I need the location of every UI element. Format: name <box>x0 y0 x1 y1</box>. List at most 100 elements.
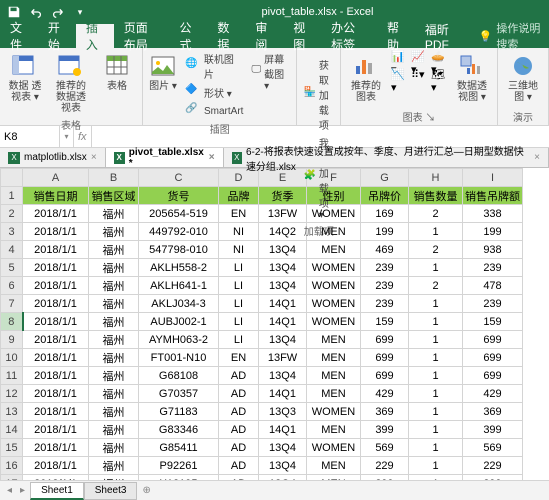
pictures-button[interactable]: 图片 ▾ <box>147 50 179 94</box>
cell[interactable]: 199 <box>361 223 409 241</box>
cell[interactable]: 福州 <box>89 331 139 349</box>
cell[interactable]: G70357 <box>139 385 219 403</box>
cell[interactable]: 1 <box>409 259 463 277</box>
cell[interactable]: 2018/1/1 <box>23 223 89 241</box>
cell[interactable]: 13Q4 <box>259 331 307 349</box>
cell[interactable]: G83346 <box>139 421 219 439</box>
cell[interactable]: 469 <box>361 241 409 259</box>
cell[interactable]: 福州 <box>89 295 139 313</box>
cell[interactable]: 1 <box>409 439 463 457</box>
area-chart-icon[interactable]: 📉▾ <box>391 68 407 84</box>
cell[interactable]: MEN <box>307 385 361 403</box>
cell[interactable]: MEN <box>307 367 361 385</box>
cell[interactable]: 福州 <box>89 277 139 295</box>
column-header[interactable]: B <box>89 169 139 187</box>
screenshot-button[interactable]: 🖵屏幕截图 ▾ <box>249 50 292 93</box>
cell[interactable]: 239 <box>463 259 523 277</box>
cell[interactable]: 福州 <box>89 259 139 277</box>
cell[interactable]: 199 <box>463 223 523 241</box>
cell[interactable]: AKLH558-2 <box>139 259 219 277</box>
cell[interactable]: 福州 <box>89 223 139 241</box>
cell[interactable]: G85411 <box>139 439 219 457</box>
select-all-corner[interactable] <box>1 169 23 187</box>
cell[interactable]: WOMEN <box>307 439 361 457</box>
cell[interactable]: 14Q2 <box>259 223 307 241</box>
cell[interactable]: 2 <box>409 205 463 223</box>
cell[interactable]: WOMEN <box>307 277 361 295</box>
tab-pagelayout[interactable]: 页面布局 <box>114 24 170 48</box>
cell[interactable]: 1 <box>409 367 463 385</box>
cell[interactable]: LI <box>219 331 259 349</box>
table-header-cell[interactable]: 销售吊牌额 <box>463 187 523 205</box>
column-header[interactable]: A <box>23 169 89 187</box>
row-header[interactable]: 12 <box>1 385 23 403</box>
scatter-icon[interactable]: ⠿▾ <box>411 68 427 84</box>
cell[interactable]: 2018/1/1 <box>23 349 89 367</box>
cell[interactable]: 2 <box>409 241 463 259</box>
cell[interactable]: 2018/1/1 <box>23 331 89 349</box>
cell[interactable]: NI <box>219 223 259 241</box>
cell[interactable]: 2 <box>409 277 463 295</box>
3d-map-button[interactable]: 三维地 图 ▾ <box>502 50 544 105</box>
cell[interactable]: 2018/1/1 <box>23 385 89 403</box>
cell[interactable]: 699 <box>361 331 409 349</box>
sheet-tab[interactable]: Sheet1 <box>30 482 84 500</box>
cell[interactable]: 239 <box>361 259 409 277</box>
cell[interactable]: 13Q3 <box>259 403 307 421</box>
tab-help[interactable]: 帮助 <box>377 24 415 48</box>
row-header[interactable]: 11 <box>1 367 23 385</box>
shapes-button[interactable]: 🔷形状 ▾ <box>183 83 245 101</box>
cell[interactable]: 14Q1 <box>259 421 307 439</box>
cell[interactable]: 2018/1/1 <box>23 241 89 259</box>
cell[interactable]: 699 <box>463 349 523 367</box>
row-header[interactable]: 8 <box>1 313 23 331</box>
cell[interactable]: 2018/1/1 <box>23 205 89 223</box>
cell[interactable]: AKLH641-1 <box>139 277 219 295</box>
undo-button[interactable] <box>26 2 46 22</box>
cell[interactable]: 938 <box>463 241 523 259</box>
cell[interactable]: AD <box>219 385 259 403</box>
cell[interactable]: AD <box>219 421 259 439</box>
document-tab[interactable]: Xpivot_table.xlsx *× <box>106 148 224 167</box>
name-box-dropdown[interactable]: ▾ <box>60 126 74 147</box>
line-chart-icon[interactable]: 📈▾ <box>411 50 427 66</box>
cell[interactable]: LI <box>219 277 259 295</box>
pivot-table-button[interactable]: 数据 透视表 ▾ <box>4 50 46 105</box>
cell[interactable]: 169 <box>361 205 409 223</box>
row-header[interactable]: 3 <box>1 223 23 241</box>
cell[interactable]: LI <box>219 295 259 313</box>
cell[interactable]: 1 <box>409 403 463 421</box>
table-button[interactable]: 表格 <box>96 50 138 94</box>
cell[interactable]: 1 <box>409 421 463 439</box>
fx-icon[interactable]: fx <box>78 131 87 143</box>
cell[interactable]: 369 <box>361 403 409 421</box>
online-pictures-button[interactable]: 🌐联机图片 <box>183 50 245 82</box>
row-header[interactable]: 9 <box>1 331 23 349</box>
cell[interactable]: LI <box>219 259 259 277</box>
cell[interactable]: MEN <box>307 241 361 259</box>
cell[interactable]: 699 <box>463 331 523 349</box>
cell[interactable]: P92261 <box>139 457 219 475</box>
cell[interactable]: 1 <box>409 349 463 367</box>
table-header-cell[interactable]: 货季 <box>259 187 307 205</box>
pivot-chart-button[interactable]: 数据透视图 ▾ <box>451 50 493 105</box>
cell[interactable]: 1 <box>409 313 463 331</box>
row-header[interactable]: 10 <box>1 349 23 367</box>
cell[interactable]: 福州 <box>89 313 139 331</box>
close-icon[interactable]: × <box>91 152 97 163</box>
cell[interactable]: 14Q1 <box>259 313 307 331</box>
cell[interactable]: 699 <box>361 367 409 385</box>
cell[interactable]: 福州 <box>89 349 139 367</box>
column-header[interactable]: C <box>139 169 219 187</box>
cell[interactable]: NI <box>219 241 259 259</box>
table-header-cell[interactable]: 品牌 <box>219 187 259 205</box>
bar-chart-icon[interactable]: 📊▾ <box>391 50 407 66</box>
cell[interactable]: 13Q4 <box>259 277 307 295</box>
tab-foxit[interactable]: 福昕PDF <box>415 24 471 48</box>
row-header[interactable]: 13 <box>1 403 23 421</box>
cell[interactable]: 369 <box>463 403 523 421</box>
cell[interactable]: WOMEN <box>307 259 361 277</box>
cell[interactable]: EN <box>219 205 259 223</box>
cell[interactable]: 1 <box>409 385 463 403</box>
table-header-cell[interactable]: 货号 <box>139 187 219 205</box>
